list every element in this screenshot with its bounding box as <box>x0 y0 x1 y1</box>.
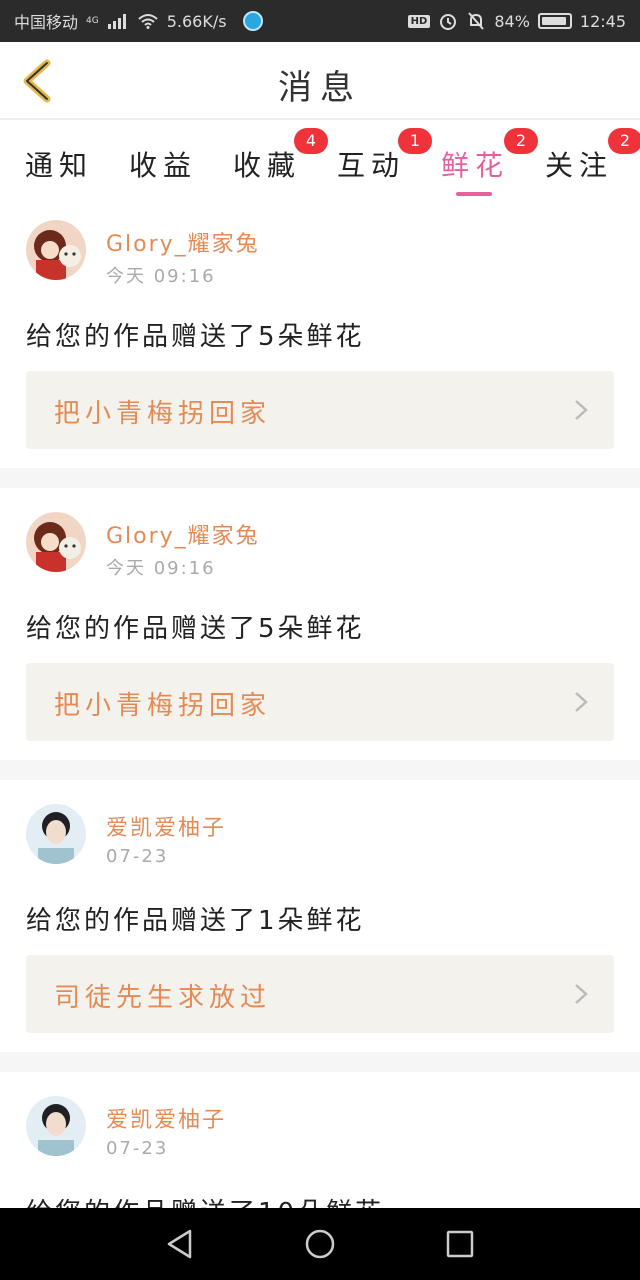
tab-label: 通知 <box>24 149 93 182</box>
username[interactable]: Glory_耀家兔 <box>106 518 260 550</box>
clock: 12:45 <box>579 11 626 31</box>
app-notification-icon <box>242 11 263 31</box>
timestamp: 今天 09:16 <box>106 266 216 287</box>
work-link[interactable]: 把小青梅拐回家 <box>26 371 614 449</box>
timestamp: 07-23 <box>106 846 169 867</box>
network-speed: 5.66K/s <box>166 11 227 31</box>
tab-bar: 通知 收益 收藏 4 互动 1 鲜花 2 关注 2 <box>0 120 640 196</box>
user-avatar[interactable] <box>26 804 86 864</box>
timestamp: 07-23 <box>106 1138 169 1159</box>
username[interactable]: Glory_耀家兔 <box>106 226 260 258</box>
unread-badge: 2 <box>504 128 538 154</box>
alarm-icon <box>440 14 457 30</box>
mute-bell-icon <box>468 12 485 30</box>
hd-badge: HD <box>407 14 431 28</box>
chevron-right-icon <box>575 984 588 1004</box>
system-navigation-bar <box>0 1208 640 1280</box>
chevron-right-icon <box>575 400 588 420</box>
unread-badge: 4 <box>294 128 328 154</box>
recents-nav-button[interactable] <box>435 1219 485 1269</box>
user-avatar[interactable] <box>26 512 86 572</box>
tab-label: 鲜花 <box>440 149 509 182</box>
chevron-right-icon <box>575 692 588 712</box>
signal-icon <box>107 14 126 29</box>
tab-notice[interactable]: 通知 <box>14 132 104 192</box>
work-title: 把小青梅拐回家 <box>54 691 272 721</box>
work-link[interactable]: 司徒先生求放过 <box>26 955 614 1033</box>
back-nav-button[interactable] <box>155 1219 205 1269</box>
work-link[interactable]: 把小青梅拐回家 <box>26 663 614 741</box>
username[interactable]: 爱凯爱柚子 <box>106 810 226 842</box>
list-item: 爱凯爱柚子 07-23 给您的作品赠送了10朵鲜花 <box>0 1072 640 1208</box>
username[interactable]: 爱凯爱柚子 <box>106 1102 226 1134</box>
network-type: 4G <box>86 16 99 26</box>
header: 消息 <box>0 42 640 120</box>
user-avatar[interactable] <box>26 220 86 280</box>
work-title: 司徒先生求放过 <box>54 983 272 1013</box>
list-item: 爱凯爱柚子 07-23 给您的作品赠送了1朵鲜花 司徒先生求放过 <box>0 780 640 1052</box>
timestamp: 今天 09:16 <box>106 558 216 579</box>
tab-label: 收益 <box>128 149 197 182</box>
user-avatar[interactable] <box>26 1096 86 1156</box>
tab-label: 关注 <box>544 149 613 182</box>
battery-icon <box>537 13 572 29</box>
message-text: 给您的作品赠送了10朵鲜花 <box>26 1192 384 1208</box>
tab-follows[interactable]: 关注 2 <box>534 128 640 192</box>
tab-label: 互动 <box>336 149 405 182</box>
work-title: 把小青梅拐回家 <box>54 399 272 429</box>
unread-badge: 1 <box>398 128 432 154</box>
status-bar: 中国移动 4G 5.66K/s HD 84% 12:45 <box>0 0 640 42</box>
page-title: 消息 <box>278 68 362 108</box>
message-list[interactable]: Glory_耀家兔 今天 09:16 给您的作品赠送了5朵鲜花 把小青梅拐回家 … <box>0 196 640 1208</box>
tab-label: 收藏 <box>232 149 301 182</box>
wifi-icon <box>138 14 158 29</box>
back-triangle-icon <box>167 1229 192 1259</box>
tab-interactions[interactable]: 互动 1 <box>326 128 432 192</box>
unread-badge: 2 <box>608 128 640 154</box>
carrier-name: 中国移动 <box>14 13 79 32</box>
message-text: 给您的作品赠送了1朵鲜花 <box>26 906 365 936</box>
tab-favorites[interactable]: 收藏 4 <box>222 128 328 192</box>
recents-square-icon <box>446 1230 474 1258</box>
tab-flowers[interactable]: 鲜花 2 <box>430 128 538 196</box>
battery-percent: 84% <box>494 11 530 31</box>
tab-earnings[interactable]: 收益 <box>118 132 208 192</box>
list-item: Glory_耀家兔 今天 09:16 给您的作品赠送了5朵鲜花 把小青梅拐回家 <box>0 488 640 760</box>
home-nav-button[interactable] <box>295 1219 345 1269</box>
message-text: 给您的作品赠送了5朵鲜花 <box>26 322 365 352</box>
home-circle-icon <box>305 1229 335 1259</box>
list-item: Glory_耀家兔 今天 09:16 给您的作品赠送了5朵鲜花 把小青梅拐回家 <box>0 196 640 468</box>
message-text: 给您的作品赠送了5朵鲜花 <box>26 614 365 644</box>
